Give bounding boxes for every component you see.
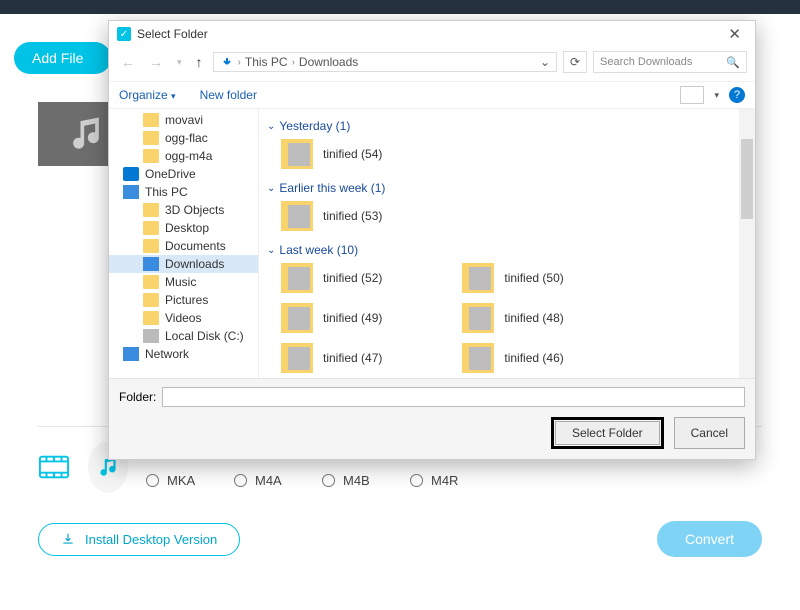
select-folder-dialog: ✓ Select Folder ✕ ← → ▾ ↑ › This PC › Do…: [108, 20, 756, 460]
format-option-m4a[interactable]: M4A: [234, 473, 322, 488]
tree-item-this-pc[interactable]: This PC: [109, 183, 258, 201]
convert-button[interactable]: Convert: [657, 521, 762, 557]
folder-content: ⌄Yesterday (1)tinified (54) ⌄Earlier this…: [259, 109, 755, 378]
view-options-icon[interactable]: [680, 86, 704, 104]
music-note-icon: [64, 112, 108, 156]
tree-item-ogg-m4a[interactable]: ogg-m4a: [109, 147, 258, 165]
folder-field-label: Folder:: [119, 390, 156, 404]
tree-item-3d-objects[interactable]: 3D Objects: [109, 201, 258, 219]
refresh-icon[interactable]: ⟳: [563, 51, 587, 73]
app-logo-icon: ✓: [117, 27, 131, 41]
tree-item-ogg-flac[interactable]: ogg-flac: [109, 129, 258, 147]
tree-item-network[interactable]: Network: [109, 345, 258, 363]
dialog-title: Select Folder: [137, 27, 208, 41]
chevron-down-icon[interactable]: ▾: [173, 57, 186, 68]
format-option-m4r[interactable]: M4R: [410, 473, 498, 488]
format-option-m4b[interactable]: M4B: [322, 473, 410, 488]
dialog-footer: Folder: Select Folder Cancel: [109, 378, 755, 459]
dialog-titlebar: ✓ Select Folder ✕: [109, 21, 755, 47]
download-icon: [61, 532, 75, 546]
folder-item[interactable]: tinified (50): [462, 263, 563, 293]
new-folder-button[interactable]: New folder: [200, 88, 257, 102]
search-input[interactable]: Search Downloads 🔍: [593, 51, 747, 73]
path-segment[interactable]: Downloads: [299, 55, 358, 69]
dialog-body: movaviogg-flacogg-m4aOneDriveThis PC3D O…: [109, 108, 755, 378]
tree-item-music[interactable]: Music: [109, 273, 258, 291]
folder-item[interactable]: tinified (53): [281, 201, 382, 231]
cancel-button[interactable]: Cancel: [674, 417, 745, 449]
folder-item[interactable]: tinified (54): [281, 139, 382, 169]
folder-item[interactable]: tinified (48): [462, 303, 563, 333]
folder-item[interactable]: tinified (49): [281, 303, 382, 333]
up-icon[interactable]: ↑: [192, 54, 207, 70]
select-folder-highlight: Select Folder: [551, 417, 664, 449]
tree-item-desktop[interactable]: Desktop: [109, 219, 258, 237]
add-file-button[interactable]: Add File: [14, 42, 111, 74]
help-icon[interactable]: ?: [729, 87, 745, 103]
tree-item-downloads[interactable]: Downloads: [109, 255, 258, 273]
dialog-toolbar: Organize ▾ New folder ▾ ?: [109, 81, 755, 108]
group-header[interactable]: ⌄Last week (10): [267, 237, 747, 261]
folder-item[interactable]: tinified (52): [281, 263, 382, 293]
select-folder-button[interactable]: Select Folder: [555, 421, 660, 445]
close-icon[interactable]: ✕: [722, 25, 747, 43]
app-topbar: [0, 0, 800, 14]
tree-item-pictures[interactable]: Pictures: [109, 291, 258, 309]
tree-item-documents[interactable]: Documents: [109, 237, 258, 255]
format-option-mka[interactable]: MKA: [146, 473, 234, 488]
down-arrow-icon: [220, 56, 234, 68]
folder-item[interactable]: tinified (46): [462, 343, 563, 373]
folder-tree: movaviogg-flacogg-m4aOneDriveThis PC3D O…: [109, 109, 259, 378]
breadcrumb[interactable]: › This PC › Downloads ⌄: [213, 52, 557, 72]
back-icon[interactable]: ←: [117, 54, 139, 70]
scrollbar[interactable]: [739, 109, 755, 378]
path-segment[interactable]: This PC: [245, 55, 288, 69]
search-placeholder: Search Downloads: [600, 56, 692, 68]
tree-item-movavi[interactable]: movavi: [109, 111, 258, 129]
forward-icon[interactable]: →: [145, 54, 167, 70]
search-icon: 🔍: [726, 56, 740, 69]
install-desktop-button[interactable]: Install Desktop Version: [38, 523, 240, 556]
tree-item-onedrive[interactable]: OneDrive: [109, 165, 258, 183]
folder-item[interactable]: tinified (47): [281, 343, 382, 373]
tree-item-videos[interactable]: Videos: [109, 309, 258, 327]
group-header[interactable]: ⌄Earlier this week (1): [267, 175, 747, 199]
tree-item-local-disk-c-[interactable]: Local Disk (C:): [109, 327, 258, 345]
organize-menu[interactable]: Organize ▾: [119, 88, 176, 102]
group-header[interactable]: ⌄Yesterday (1): [267, 113, 747, 137]
install-label: Install Desktop Version: [85, 532, 217, 547]
video-format-icon[interactable]: [38, 450, 70, 484]
folder-name-input[interactable]: [162, 387, 745, 407]
dialog-nav: ← → ▾ ↑ › This PC › Downloads ⌄ ⟳ Search…: [109, 47, 755, 81]
